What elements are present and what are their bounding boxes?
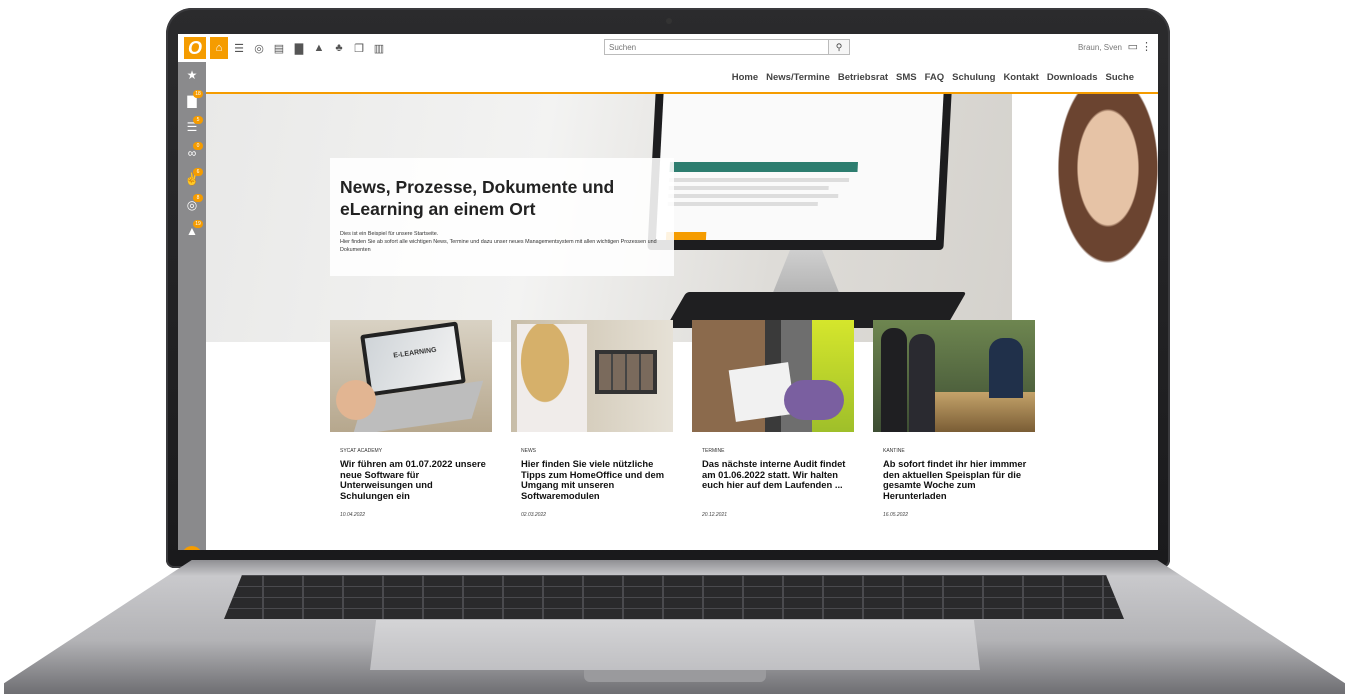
- nav-betriebsrat[interactable]: Betriebsrat: [838, 72, 888, 83]
- card-image[interactable]: E-LEARNING: [330, 320, 492, 432]
- bar-chart-icon[interactable]: ▥: [370, 37, 388, 59]
- add-button[interactable]: +: [182, 546, 202, 550]
- user-name[interactable]: Braun, Sven: [1078, 43, 1122, 52]
- presentation-icon[interactable]: ▭: [1128, 40, 1138, 53]
- sidebar-item-documents[interactable]: ▇ 18: [178, 88, 206, 114]
- more-menu-icon[interactable]: ⋮: [1141, 40, 1152, 53]
- search-input[interactable]: [604, 39, 850, 55]
- sidebar-item-goals[interactable]: ◎ 8: [178, 192, 206, 218]
- nav-suche[interactable]: Suche: [1105, 72, 1134, 83]
- sidebar-item-favorites[interactable]: ★: [178, 62, 206, 88]
- card-title[interactable]: Wir führen am 01.07.2022 unsere neue Sof…: [340, 458, 488, 501]
- laptop-notch: [584, 670, 766, 682]
- main-nav: Home News/Termine Betriebsrat SMS FAQ Sc…: [206, 62, 1158, 94]
- card-image[interactable]: [873, 320, 1035, 432]
- hero-text-box: News, Prozesse, Dokumente und eLearning …: [330, 158, 674, 276]
- news-card[interactable]: KANTINE Ab sofort findet ihr hier immmer…: [873, 320, 1035, 518]
- card-title[interactable]: Das nächste interne Audit findet am 01.0…: [702, 458, 850, 491]
- hero-banner: News, Prozesse, Dokumente und eLearning …: [206, 94, 1158, 342]
- card-category: KANTINE: [883, 448, 905, 454]
- nav-sms[interactable]: SMS: [896, 72, 917, 83]
- checklist-icon[interactable]: ☰: [230, 37, 248, 59]
- star-icon: ★: [186, 68, 198, 82]
- top-toolbar: O ⌂ ☰ ◎ ▤ ▇ ▲ ♣ ❐ ▥ ⚲ Braun, Sven ▭ ⋮: [178, 34, 1158, 63]
- news-cards: E-LEARNING SYCAT ACADEMY Wir führen am 0…: [330, 320, 1050, 550]
- graduation-icon[interactable]: ▲: [310, 37, 328, 59]
- copy-icon[interactable]: ❐: [350, 37, 368, 59]
- org-chart-icon[interactable]: ♣: [330, 37, 348, 59]
- laptop-trackpad: [370, 620, 980, 670]
- sidebar-item-read[interactable]: ∞ 0: [178, 140, 206, 166]
- nav-kontakt[interactable]: Kontakt: [1003, 72, 1038, 83]
- card-image[interactable]: [692, 320, 854, 432]
- sidebar-item-tasks[interactable]: ☰ 5: [178, 114, 206, 140]
- app-logo[interactable]: O: [184, 37, 206, 59]
- home-icon[interactable]: ⌂: [210, 37, 228, 59]
- nav-news-termine[interactable]: News/Termine: [766, 72, 830, 83]
- target-icon[interactable]: ◎: [250, 37, 268, 59]
- news-card[interactable]: E-LEARNING SYCAT ACADEMY Wir führen am 0…: [330, 320, 492, 518]
- card-category: TERMINE: [702, 448, 725, 454]
- server-icon[interactable]: ▤: [270, 37, 288, 59]
- sidebar-badge: 5: [193, 116, 203, 124]
- search-button[interactable]: ⚲: [828, 39, 850, 55]
- document-icon[interactable]: ▇: [290, 37, 308, 59]
- sidebar: ★ ▇ 18 ☰ 5 ∞ 0 ✌ 6 ◎ 8 ▲ 19 +: [178, 62, 206, 550]
- sidebar-badge: 6: [193, 168, 203, 176]
- nav-schulung[interactable]: Schulung: [952, 72, 995, 83]
- news-card[interactable]: NEWS Hier finden Sie viele nützliche Tip…: [511, 320, 673, 518]
- hero-title: News, Prozesse, Dokumente und eLearning …: [340, 177, 615, 219]
- sidebar-badge: 18: [193, 90, 203, 98]
- sidebar-badge: 8: [193, 194, 203, 202]
- sidebar-item-approvals[interactable]: ✌ 6: [178, 166, 206, 192]
- hero-description: Dies ist ein Beispiel für unsere Startse…: [340, 231, 657, 253]
- nav-downloads[interactable]: Downloads: [1047, 72, 1098, 83]
- sidebar-item-trainings[interactable]: ▲ 19: [178, 218, 206, 244]
- card-category: SYCAT ACADEMY: [340, 448, 383, 454]
- card-date: 10.04.2022: [340, 512, 366, 518]
- sidebar-badge: 19: [193, 220, 203, 228]
- news-card[interactable]: TERMINE Das nächste interne Audit findet…: [692, 320, 854, 518]
- camera: [666, 18, 672, 24]
- card-title[interactable]: Ab sofort findet ihr hier immmer den akt…: [883, 458, 1031, 501]
- hero-monitor-image: [647, 94, 953, 250]
- laptop-keyboard: [224, 575, 1124, 619]
- card-category: NEWS: [521, 448, 536, 454]
- screen: O ⌂ ☰ ◎ ▤ ▇ ▲ ♣ ❐ ▥ ⚲ Braun, Sven ▭ ⋮ ★ …: [178, 34, 1158, 550]
- card-date: 20.12.2021: [702, 512, 728, 518]
- hero-person-image: [1012, 94, 1158, 342]
- card-date: 16.05.2022: [883, 512, 909, 518]
- toolbar-icons: ⌂ ☰ ◎ ▤ ▇ ▲ ♣ ❐ ▥: [210, 34, 390, 62]
- nav-faq[interactable]: FAQ: [925, 72, 945, 83]
- nav-home[interactable]: Home: [732, 72, 758, 83]
- card-title[interactable]: Hier finden Sie viele nützliche Tipps zu…: [521, 458, 669, 501]
- search-icon: ⚲: [835, 41, 843, 52]
- sidebar-badge: 0: [193, 142, 203, 150]
- card-image[interactable]: [511, 320, 673, 432]
- card-date: 02.03.2022: [521, 512, 547, 518]
